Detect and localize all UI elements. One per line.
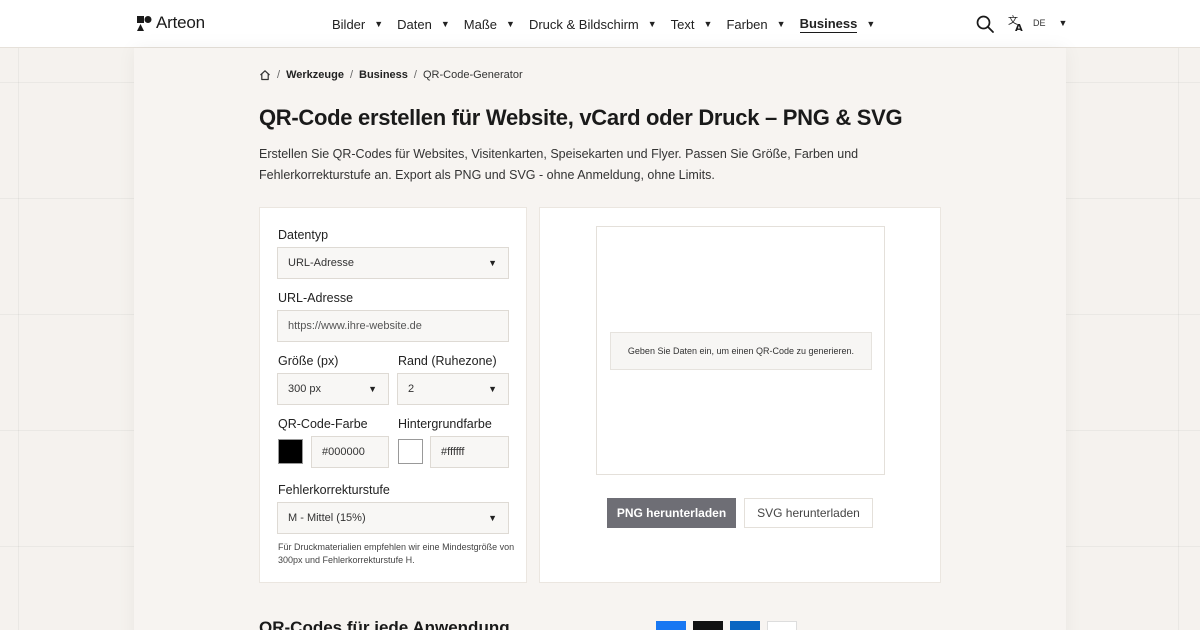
- bg-color-value: #ffffff: [441, 446, 465, 458]
- nav-item-business[interactable]: Business ▼: [799, 0, 876, 48]
- search-button[interactable]: [975, 14, 995, 34]
- logo[interactable]: Arteon: [137, 13, 205, 33]
- qr-color-input[interactable]: #000000: [311, 436, 389, 468]
- caret-down-icon: ▼: [776, 19, 786, 29]
- data-type-select[interactable]: URL-Adresse ▼: [277, 247, 509, 279]
- x-icon[interactable]: X: [693, 621, 723, 630]
- breadcrumb-separator: /: [413, 69, 417, 81]
- linkedin-icon[interactable]: in: [730, 621, 760, 630]
- size-label: Größe (px): [278, 354, 339, 368]
- caret-down-icon: ▼: [1058, 18, 1068, 28]
- qr-preview-area: Geben Sie Daten ein, um einen QR-Code zu…: [596, 226, 885, 475]
- nav-label: Bilder: [332, 16, 366, 32]
- caret-down-icon: ▼: [368, 384, 377, 394]
- svg-text:A: A: [1015, 23, 1023, 32]
- qr-color-label: QR-Code-Farbe: [278, 417, 368, 431]
- nav-label: Farben: [726, 16, 768, 32]
- page-description: Erstellen Sie QR-Codes für Websites, Vis…: [259, 147, 859, 182]
- main-content: / Werkzeuge / Business / QR-Code-Generat…: [134, 48, 1066, 630]
- empty-state-message: Geben Sie Daten ein, um einen QR-Code zu…: [610, 332, 872, 370]
- caret-down-icon: ▼: [703, 19, 713, 29]
- size-select[interactable]: 300 px ▼: [277, 373, 389, 405]
- breadcrumb-separator: /: [349, 69, 353, 81]
- data-type-value: URL-Adresse: [288, 257, 355, 269]
- nav-label: Business: [799, 15, 858, 33]
- link-icon[interactable]: ⋯: [767, 621, 797, 630]
- caret-down-icon: ▼: [488, 513, 497, 523]
- bg-color-input[interactable]: #ffffff: [430, 436, 509, 468]
- bg-color-picker[interactable]: [398, 439, 423, 464]
- breadcrumb-item-werkzeuge[interactable]: Werkzeuge: [286, 69, 344, 81]
- error-correction-value: M - Mittel (15%): [288, 512, 366, 524]
- language-code: DE: [1033, 18, 1046, 28]
- nav-item-text[interactable]: Text ▼: [671, 0, 713, 48]
- url-label: URL-Adresse: [278, 291, 354, 305]
- margin-value: 2: [408, 383, 415, 395]
- data-type-label: Datentyp: [278, 228, 329, 242]
- error-correction-select[interactable]: M - Mittel (15%) ▼: [277, 502, 509, 534]
- svg-download-button[interactable]: SVG herunterladen: [744, 498, 873, 528]
- breadcrumb: / Werkzeuge / Business / QR-Code-Generat…: [259, 69, 523, 81]
- translate-icon: 文 A: [1008, 14, 1023, 32]
- breadcrumb-separator: /: [277, 69, 281, 81]
- png-download-button[interactable]: PNG herunterladen: [607, 498, 736, 528]
- nav-label: Daten: [397, 16, 432, 32]
- print-hint: Für Druckmaterialien empfehlen wir eine …: [278, 542, 515, 565]
- breadcrumb-item-business[interactable]: Business: [359, 69, 408, 81]
- nav-item-druck-bildschirm[interactable]: Druck & Bildschirm ▼: [529, 0, 657, 48]
- qr-preview-panel: Geben Sie Daten ein, um einen QR-Code zu…: [539, 207, 941, 583]
- nav-item-masse[interactable]: Maße ▼: [464, 0, 515, 48]
- home-icon[interactable]: [259, 69, 271, 81]
- language-selector[interactable]: 文 A DE ▼: [1008, 14, 1067, 32]
- nav-item-bilder[interactable]: Bilder ▼: [332, 0, 383, 48]
- section-title: QR-Codes für jede Anwendung: [259, 618, 510, 630]
- caret-down-icon: ▼: [866, 19, 876, 29]
- nav-label: Druck & Bildschirm: [528, 16, 639, 32]
- url-input[interactable]: https://www.ihre-website.de: [277, 310, 509, 342]
- caret-down-icon: ▼: [506, 19, 515, 29]
- qr-settings-form: Datentyp URL-Adresse ▼ URL-Adresse https…: [259, 207, 527, 583]
- nav-label: Text: [670, 16, 695, 32]
- margin-label: Rand (Ruhezone): [398, 354, 497, 368]
- logo-icon: [137, 15, 152, 31]
- share-buttons: f X in ⋯: [656, 621, 797, 630]
- size-value: 300 px: [288, 383, 322, 395]
- search-icon: [976, 15, 994, 33]
- qr-color-value: #000000: [322, 446, 365, 458]
- caret-down-icon: ▼: [374, 19, 384, 29]
- breadcrumb-current: QR-Code-Generator: [422, 69, 523, 81]
- nav-item-farben[interactable]: Farben ▼: [726, 0, 785, 48]
- caret-down-icon: ▼: [488, 384, 497, 394]
- logo-text: Arteon: [156, 13, 205, 32]
- bg-color-label: Hintergrundfarbe: [398, 417, 492, 431]
- top-navigation-bar: Arteon Bilder ▼ Daten ▼ Maße ▼ Druck & B…: [0, 0, 1200, 48]
- main-nav: Bilder ▼ Daten ▼ Maße ▼ Druck & Bildschi…: [332, 0, 889, 48]
- url-placeholder: https://www.ihre-website.de: [288, 320, 422, 332]
- nav-label: Maße: [463, 16, 498, 32]
- caret-down-icon: ▼: [488, 258, 497, 268]
- qr-color-picker[interactable]: [278, 439, 303, 464]
- margin-select[interactable]: 2 ▼: [397, 373, 509, 405]
- caret-down-icon: ▼: [647, 19, 657, 29]
- error-correction-label: Fehlerkorrekturstufe: [278, 483, 390, 497]
- facebook-icon[interactable]: f: [656, 621, 686, 630]
- nav-item-daten[interactable]: Daten ▼: [397, 0, 450, 48]
- caret-down-icon: ▼: [440, 19, 450, 29]
- page-title: QR-Code erstellen für Website, vCard ode…: [259, 105, 903, 130]
